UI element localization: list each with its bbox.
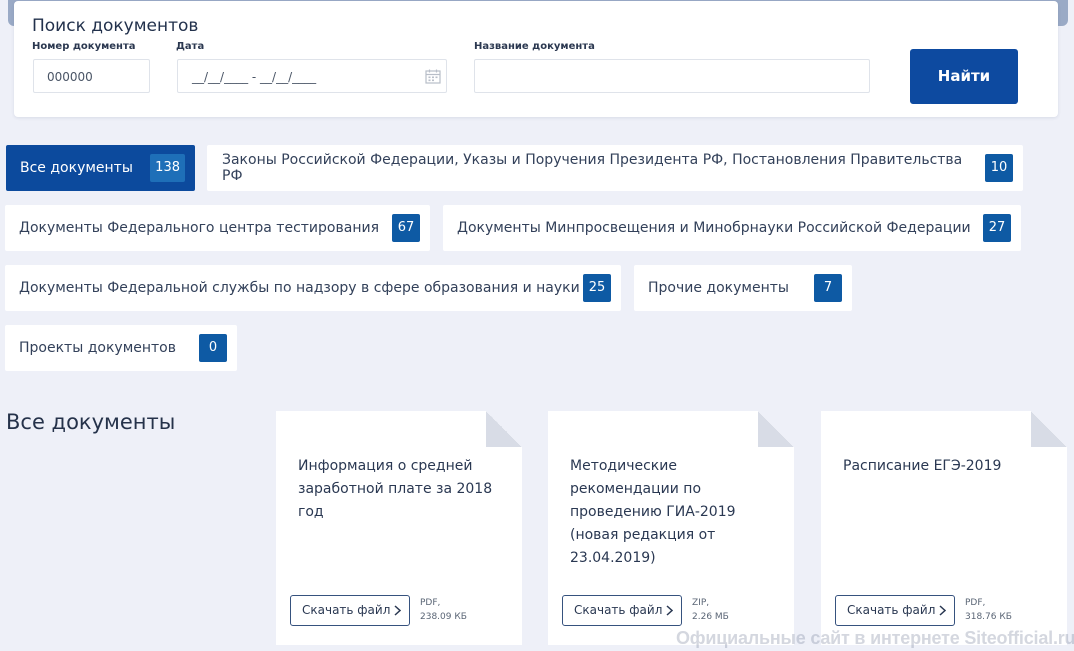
document-number-input[interactable]: 000000 — [33, 59, 150, 93]
category-count-badge: 67 — [392, 214, 420, 242]
category-other[interactable]: Прочие документы 7 — [634, 265, 852, 311]
date-label: Дата — [176, 41, 205, 52]
page-fold-corner — [486, 411, 522, 447]
download-label: Скачать файл — [302, 603, 391, 617]
category-count-badge: 10 — [985, 154, 1013, 182]
category-all-documents[interactable]: Все документы 138 — [6, 145, 195, 191]
document-title[interactable]: Информация о средней заработной плате за… — [298, 455, 493, 524]
chevron-right-icon — [666, 605, 673, 616]
file-info: PDF, 238.09 КБ — [420, 596, 467, 624]
chevron-right-icon — [939, 605, 946, 616]
category-count-badge: 0 — [199, 334, 227, 362]
category-label: Документы Минпросвещения и Минобрнауки Р… — [457, 220, 971, 236]
section-title: Все документы — [6, 410, 176, 434]
watermark: Официальные сайт в интернете Siteofficia… — [676, 628, 1074, 648]
category-supervision-service[interactable]: Документы Федеральной службы по надзору … — [5, 265, 621, 311]
date-range-input[interactable]: __/__/____ - __/__/____ — [177, 59, 447, 93]
search-panel: Поиск документов Номер документа 000000 … — [14, 1, 1058, 117]
file-info: PDF, 318.76 КБ — [965, 596, 1012, 624]
download-file-button[interactable]: Скачать файл — [290, 595, 410, 626]
document-title[interactable]: Расписание ЕГЭ-2019 — [843, 455, 1038, 478]
category-laws[interactable]: Законы Российской Федерации, Указы и Пор… — [207, 145, 1023, 191]
download-file-button[interactable]: Скачать файл — [562, 595, 682, 626]
document-name-input[interactable] — [474, 59, 870, 93]
category-count-badge: 138 — [150, 154, 185, 182]
file-type: PDF, — [965, 598, 986, 608]
category-label: Документы Федерального центра тестирован… — [19, 220, 379, 236]
document-title[interactable]: Методические рекомендации по проведению … — [570, 455, 765, 570]
date-range-value: __/__/____ - __/__/____ — [192, 70, 317, 84]
category-count-badge: 7 — [814, 274, 842, 302]
page-fold-corner — [1031, 411, 1067, 447]
search-title: Поиск документов — [32, 16, 199, 36]
file-size: 318.76 КБ — [965, 612, 1012, 622]
category-label: Законы Российской Федерации, Указы и Пор… — [222, 152, 963, 184]
download-label: Скачать файл — [847, 603, 936, 617]
calendar-icon[interactable] — [425, 69, 441, 84]
page-fold-corner — [758, 411, 794, 447]
file-type: ZIP, — [692, 598, 710, 608]
file-type: PDF, — [420, 598, 441, 608]
category-testing-center[interactable]: Документы Федерального центра тестирован… — [5, 205, 430, 251]
document-number-label: Номер документа — [32, 41, 136, 52]
category-label: Прочие документы — [648, 280, 789, 296]
category-label: Проекты документов — [19, 340, 176, 356]
document-name-label: Название документа — [474, 41, 595, 52]
category-label: Документы Федеральной службы по надзору … — [19, 280, 580, 296]
chevron-right-icon — [394, 605, 401, 616]
category-ministry[interactable]: Документы Минпросвещения и Минобрнауки Р… — [443, 205, 1021, 251]
file-size: 2.26 МБ — [692, 612, 729, 622]
find-button[interactable]: Найти — [910, 49, 1018, 104]
category-label: Все документы — [20, 160, 133, 176]
category-drafts[interactable]: Проекты документов 0 — [5, 325, 237, 371]
download-label: Скачать файл — [574, 603, 663, 617]
category-count-badge: 25 — [583, 274, 611, 302]
category-count-badge: 27 — [983, 214, 1011, 242]
file-info: ZIP, 2.26 МБ — [692, 596, 729, 624]
download-file-button[interactable]: Скачать файл — [835, 595, 955, 626]
file-size: 238.09 КБ — [420, 612, 467, 622]
